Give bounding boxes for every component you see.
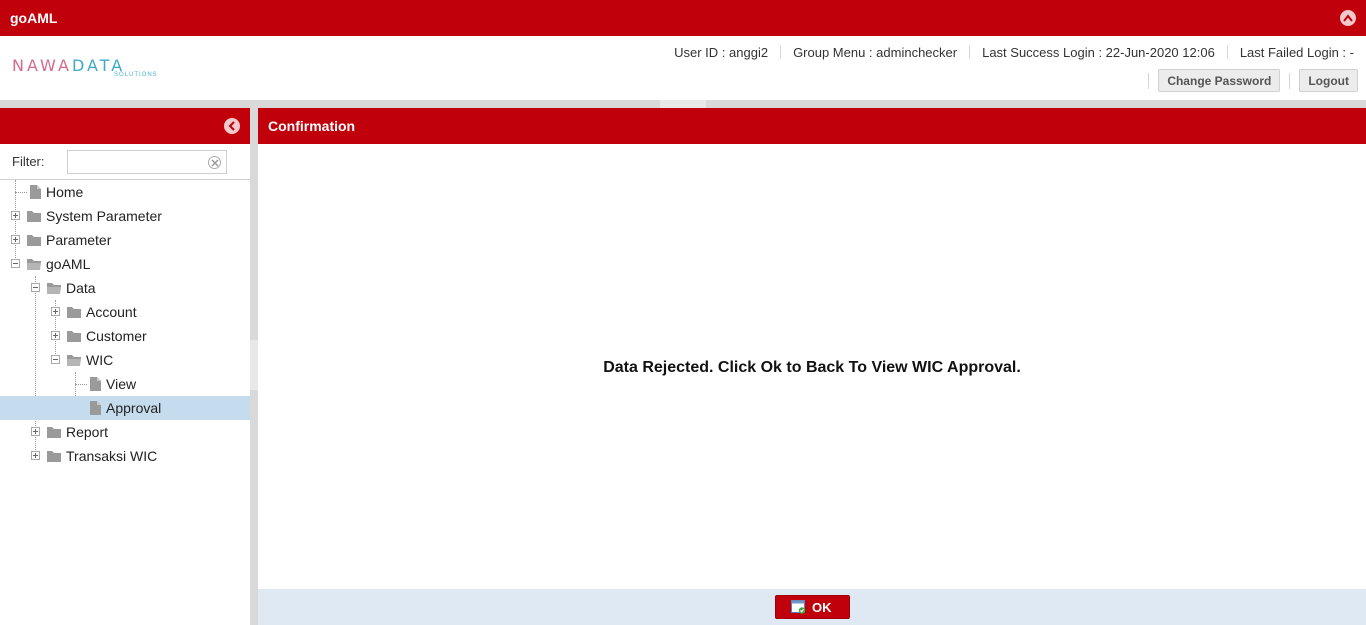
- clear-filter-icon[interactable]: [208, 156, 221, 169]
- collapse-header-button[interactable]: [1340, 10, 1356, 26]
- confirmation-message: Data Rejected. Click Ok to Back To View …: [603, 359, 1021, 376]
- tree-item-goaml[interactable]: goAML: [0, 252, 250, 276]
- change-password-button[interactable]: Change Password: [1158, 69, 1281, 92]
- folder-icon: [67, 307, 81, 318]
- tree-item-label: Approval: [106, 400, 162, 416]
- user-id-label: User ID : anggi2: [674, 44, 769, 60]
- folder-open-icon: [47, 283, 61, 294]
- tree-item-label: Customer: [86, 328, 147, 344]
- minus-icon[interactable]: [11, 259, 20, 268]
- tree-item-label: WIC: [86, 352, 114, 368]
- tree-item-data[interactable]: Data: [0, 276, 250, 300]
- tree-item-label: Data: [66, 280, 96, 296]
- navigation-panel: Filter: Home System Parameter Parameter …: [0, 108, 250, 625]
- tree-item-parameter[interactable]: Parameter: [0, 228, 250, 252]
- company-logo: NAWADATA SOLUTIONS: [12, 56, 157, 80]
- plus-icon[interactable]: [51, 307, 60, 316]
- folder-icon: [27, 211, 41, 222]
- divider: [969, 45, 971, 59]
- header-actions: Change Password Logout: [1139, 69, 1358, 92]
- tree-item-system-parameter[interactable]: System Parameter: [0, 204, 250, 228]
- minus-icon[interactable]: [51, 355, 60, 364]
- folder-icon: [47, 451, 61, 462]
- filter-row: Filter:: [0, 144, 250, 180]
- logout-button[interactable]: Logout: [1299, 69, 1358, 92]
- chevron-up-icon: [1343, 14, 1353, 22]
- divider: [1148, 72, 1150, 89]
- navigation-panel-header: [0, 108, 250, 144]
- plus-icon[interactable]: [51, 331, 60, 340]
- tree-item-report[interactable]: Report: [0, 420, 250, 444]
- folder-open-icon: [27, 259, 41, 270]
- tree-item-account[interactable]: Account: [0, 300, 250, 324]
- user-info-bar: User ID : anggi2 Group Menu : admincheck…: [674, 44, 1354, 60]
- tree-item-transaksi-wic[interactable]: Transaksi WIC: [0, 444, 250, 468]
- plus-icon[interactable]: [11, 211, 20, 220]
- tree-item-wic[interactable]: WIC: [0, 348, 250, 372]
- page-icon: [90, 401, 101, 415]
- minus-icon[interactable]: [31, 283, 40, 292]
- confirmation-panel-header: Confirmation: [258, 108, 1366, 144]
- header: NAWADATA SOLUTIONS User ID : anggi2 Grou…: [0, 36, 1366, 100]
- confirmation-panel: Confirmation Data Rejected. Click Ok to …: [258, 108, 1366, 625]
- tree-item-label: Transaksi WIC: [66, 448, 158, 464]
- tree-item-label: Home: [46, 184, 84, 200]
- panel-title: Confirmation: [268, 118, 356, 134]
- group-menu-label: Group Menu : adminchecker: [793, 44, 958, 60]
- page-icon: [30, 185, 41, 199]
- folder-icon: [67, 331, 81, 342]
- sidebar-splitter[interactable]: [250, 108, 258, 625]
- tree-item-label: View: [106, 376, 137, 392]
- divider: [1289, 72, 1291, 89]
- tree-item-label: goAML: [46, 256, 91, 272]
- tree-item-label: Report: [66, 424, 109, 440]
- ok-button-label: OK: [812, 600, 832, 615]
- logo-wordmark: NAWADATA: [12, 56, 125, 75]
- title-bar: goAML: [0, 0, 1366, 36]
- tree-item-label: Account: [86, 304, 137, 320]
- tree-item-label: Parameter: [46, 232, 112, 248]
- panel-footer: OK: [258, 589, 1366, 625]
- tree-item-view[interactable]: View: [0, 372, 250, 396]
- last-failed-login-label: Last Failed Login : -: [1239, 44, 1354, 60]
- window-check-icon: [791, 600, 806, 614]
- splitter-grip[interactable]: [250, 340, 258, 390]
- ok-button[interactable]: OK: [775, 595, 850, 619]
- splitter-grip[interactable]: [660, 100, 706, 108]
- close-icon: [211, 159, 219, 167]
- header-splitter[interactable]: [0, 100, 1366, 108]
- logo-subtitle: SOLUTIONS: [114, 72, 158, 78]
- tree-item-label: System Parameter: [46, 208, 162, 224]
- plus-icon[interactable]: [31, 427, 40, 436]
- plus-icon[interactable]: [31, 451, 40, 460]
- plus-icon[interactable]: [11, 235, 20, 244]
- divider: [780, 45, 782, 59]
- folder-open-icon: [67, 355, 81, 366]
- collapse-sidebar-button[interactable]: [224, 118, 240, 134]
- chevron-left-icon: [228, 121, 235, 131]
- folder-icon: [47, 427, 61, 438]
- tree-item-approval[interactable]: Approval: [0, 396, 250, 420]
- last-success-login-label: Last Success Login : 22-Jun-2020 12:06: [982, 44, 1215, 60]
- divider: [1226, 45, 1228, 59]
- filter-input[interactable]: [67, 150, 227, 174]
- logo-part-1: NAWA: [12, 56, 72, 75]
- app-title: goAML: [10, 10, 58, 26]
- tree-item-customer[interactable]: Customer: [0, 324, 250, 348]
- filter-label: Filter:: [12, 154, 45, 169]
- folder-icon: [27, 235, 41, 246]
- page-icon: [90, 377, 101, 391]
- tree-item-home[interactable]: Home: [0, 180, 250, 204]
